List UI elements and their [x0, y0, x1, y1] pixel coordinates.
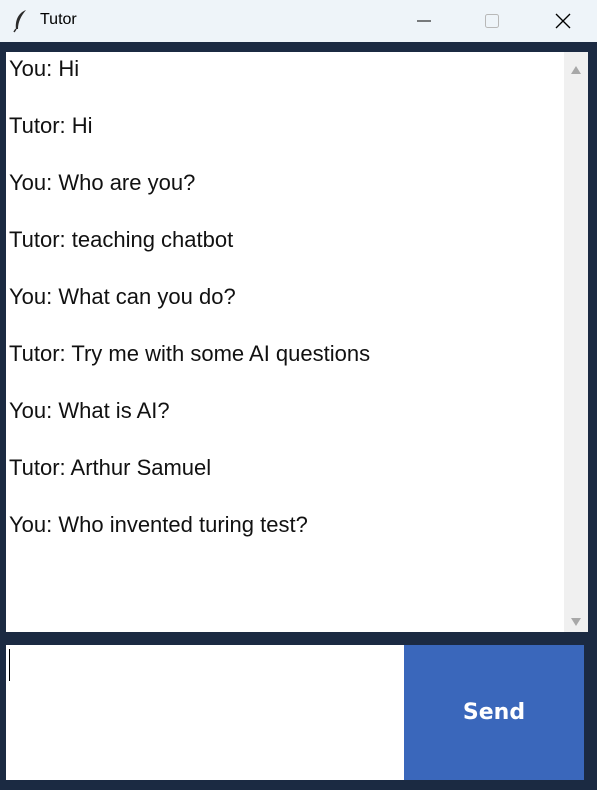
minimize-icon — [417, 20, 431, 22]
chat-message: Tutor: Hi — [9, 113, 93, 138]
chat-message: Tutor: Try me with some AI questions — [9, 341, 371, 366]
chat-log[interactable]: You: Hi Tutor: Hi You: Who are you? Tuto… — [6, 52, 588, 632]
close-button[interactable] — [540, 0, 586, 42]
chat-message: Tutor: Arthur Samuel — [9, 455, 212, 480]
chat-message: You: Who invented turing test? — [9, 512, 308, 537]
message-input[interactable] — [6, 645, 404, 780]
scroll-down-arrow-icon[interactable] — [570, 614, 582, 632]
chat-message: Tutor: teaching chatbot — [9, 227, 234, 252]
title-bar: Tutor — [0, 0, 597, 42]
send-button[interactable]: Send — [404, 645, 584, 780]
message-list: You: Hi Tutor: Hi You: Who are you? Tuto… — [6, 52, 564, 632]
chat-message: You: What is AI? — [9, 398, 170, 423]
chat-message: You: What can you do? — [9, 284, 236, 309]
feather-icon — [12, 9, 30, 33]
text-caret — [9, 649, 10, 681]
chat-message: You: Who are you? — [9, 170, 196, 195]
window-title: Tutor — [40, 11, 77, 28]
close-icon — [555, 13, 571, 29]
scroll-up-arrow-icon[interactable] — [570, 62, 582, 80]
maximize-button[interactable] — [469, 0, 515, 42]
chat-message: You: Hi — [9, 56, 80, 81]
maximize-icon — [485, 14, 499, 28]
chat-scrollbar[interactable] — [564, 52, 588, 632]
minimize-button[interactable] — [401, 0, 447, 42]
